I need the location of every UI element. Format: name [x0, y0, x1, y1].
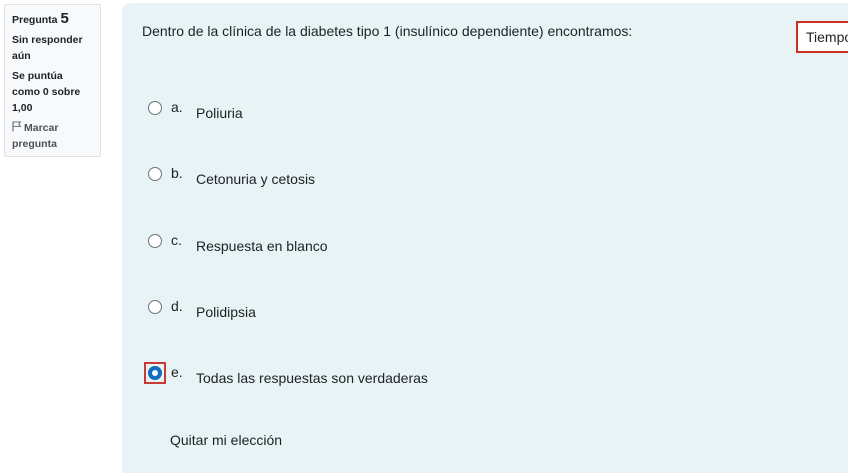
question-content: Dentro de la clínica de la diabetes tipo…: [122, 3, 848, 473]
option-text-b[interactable]: Cetonuria y cetosis: [196, 171, 315, 187]
question-text: Dentro de la clínica de la diabetes tipo…: [142, 23, 633, 39]
flag-icon: [12, 121, 22, 132]
question-label: Pregunta: [12, 14, 58, 26]
option-text-e[interactable]: Todas las respuestas son verdaderas: [196, 370, 428, 386]
option-letter-e: e.: [171, 364, 183, 380]
radio-e-selected[interactable]: [148, 366, 162, 380]
timer-box: Tiempo: [796, 21, 848, 53]
option-letter-c: c.: [171, 232, 182, 248]
question-info-panel: Pregunta 5 Sin responder aún Se puntúa c…: [4, 4, 101, 157]
radio-b[interactable]: [148, 167, 162, 181]
flag-question-link[interactable]: Marcar pregunta: [12, 120, 93, 152]
radio-d[interactable]: [148, 300, 162, 314]
option-text-a[interactable]: Poliuria: [196, 105, 243, 121]
question-grade: Se puntúa como 0 sobre 1,00: [12, 70, 81, 114]
question-title: Pregunta 5: [12, 11, 93, 28]
radio-a[interactable]: [148, 101, 162, 115]
clear-choice-link[interactable]: Quitar mi elección: [170, 432, 282, 448]
option-text-d[interactable]: Polidipsia: [196, 304, 256, 320]
option-letter-b: b.: [171, 165, 183, 181]
option-text-c[interactable]: Respuesta en blanco: [196, 238, 328, 254]
option-letter-a: a.: [171, 99, 183, 115]
radio-c[interactable]: [148, 234, 162, 248]
question-state: Sin responder aún: [12, 34, 83, 62]
question-number: 5: [60, 10, 69, 27]
option-letter-d: d.: [171, 298, 183, 314]
